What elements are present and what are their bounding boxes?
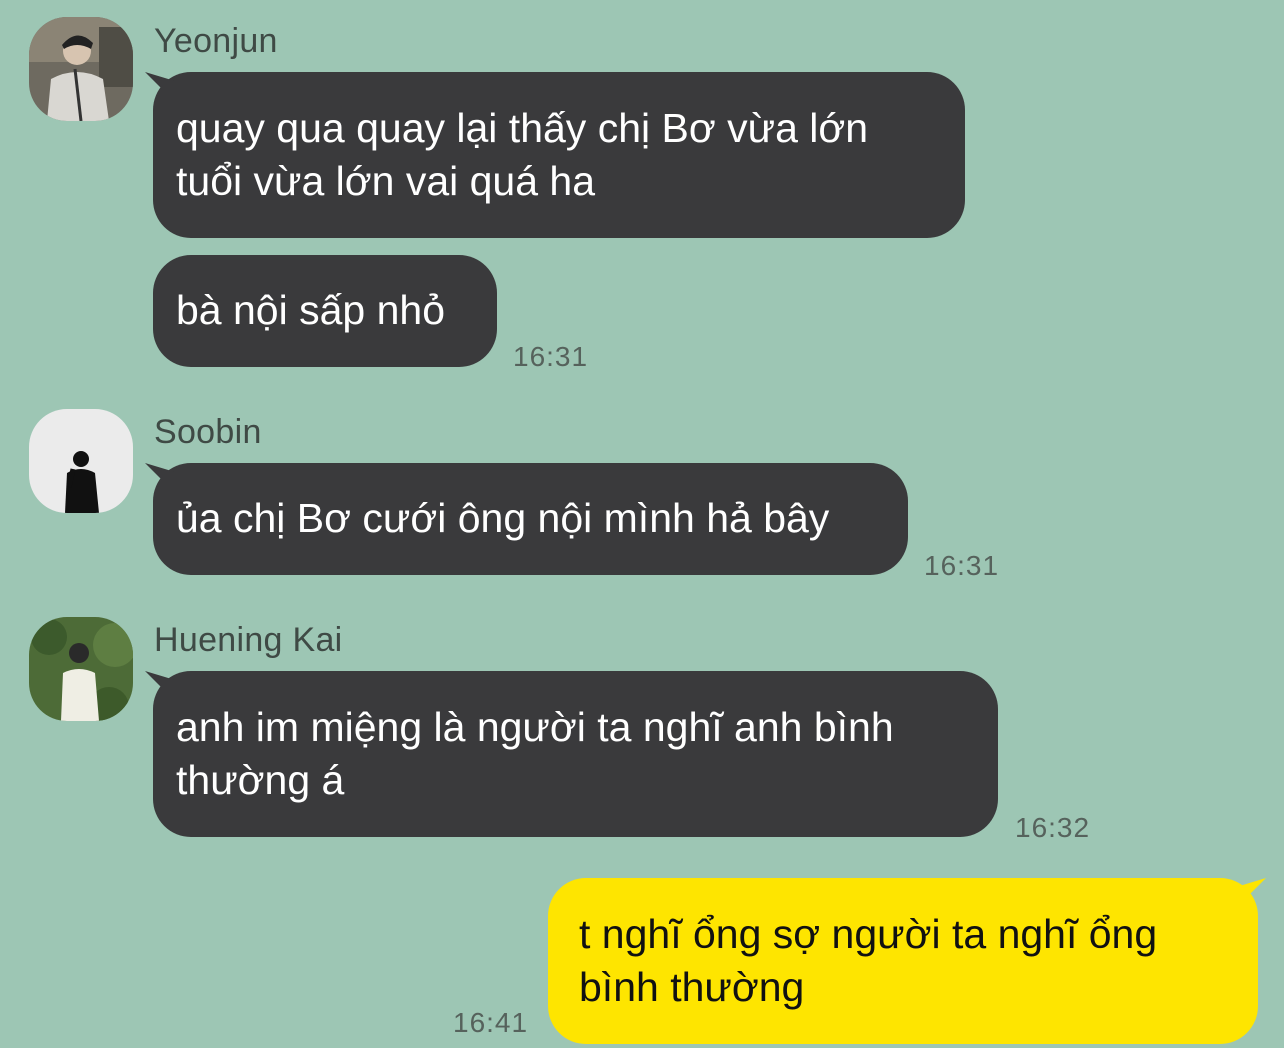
avatar-soobin[interactable]	[29, 409, 133, 513]
message-text-line: bình thường	[579, 964, 805, 1010]
message-bubble[interactable]: ủa chị Bơ cưới ông nội mình hả bây	[153, 463, 908, 575]
message-timestamp: 16:31	[924, 550, 1000, 581]
message-text-line: ủa chị Bơ cưới ông nội mình hả bây	[176, 495, 830, 541]
message-text-line: thường á	[176, 757, 345, 803]
my-message-bubble[interactable]: t nghĩ ổng sợ người ta nghĩ ổng bình thư…	[548, 878, 1258, 1044]
message-text-line: quay qua quay lại thấy chị Bơ vừa lớn	[176, 105, 869, 151]
message-text-line: t nghĩ ổng sợ người ta nghĩ ổng	[579, 911, 1158, 957]
message-bubble[interactable]: bà nội sấp nhỏ	[153, 255, 497, 367]
sender-name-huening-kai: Huening Kai	[154, 621, 343, 659]
message-timestamp: 16:32	[1015, 812, 1091, 843]
sender-name-yeonjun: Yeonjun	[154, 22, 278, 60]
message-bubble[interactable]: anh im miệng là người ta nghĩ anh bình t…	[153, 671, 998, 837]
message-timestamp: 16:41	[453, 1007, 529, 1038]
avatar-yeonjun[interactable]	[29, 17, 133, 121]
message-bubble[interactable]: quay qua quay lại thấy chị Bơ vừa lớn tu…	[153, 72, 965, 238]
message-text-line: bà nội sấp nhỏ	[176, 287, 446, 333]
sender-name-soobin: Soobin	[154, 413, 262, 451]
message-timestamp: 16:31	[513, 341, 589, 372]
message-text-line: tuổi vừa lớn vai quá ha	[176, 158, 596, 204]
avatar-huening-kai[interactable]	[29, 617, 133, 721]
message-text-line: anh im miệng là người ta nghĩ anh bình	[176, 704, 894, 750]
